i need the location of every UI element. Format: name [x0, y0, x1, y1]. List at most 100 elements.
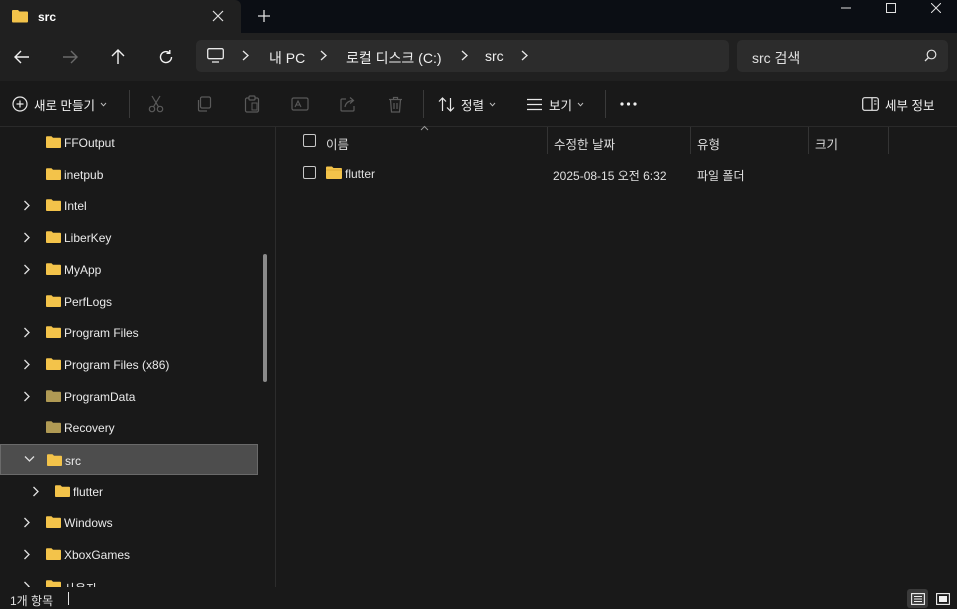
sidebar-item[interactable]: MyApp	[0, 254, 258, 285]
computer-icon	[207, 48, 224, 63]
column-header-type[interactable]: 유형	[697, 134, 720, 153]
breadcrumb-local-disk[interactable]: 로컬 디스크 (C:)	[346, 48, 442, 68]
select-all-checkbox[interactable]	[303, 134, 316, 147]
new-tab-icon[interactable]	[257, 9, 271, 23]
sidebar-item[interactable]: Intel	[0, 190, 258, 221]
sidebar-item[interactable]: Recovery	[0, 412, 258, 443]
chevron-down-icon	[577, 102, 584, 107]
more-icon	[620, 102, 637, 106]
sort-icon	[438, 96, 455, 112]
column-separator[interactable]	[547, 127, 548, 154]
tab-title: src	[38, 10, 57, 24]
chevron-right-icon[interactable]	[242, 50, 249, 61]
folder-icon	[12, 9, 28, 23]
new-button[interactable]: 새로 만들기	[12, 92, 107, 116]
sidebar-item[interactable]: flutter	[0, 476, 258, 507]
folder-icon	[326, 166, 342, 179]
sidebar-item[interactable]: Windows	[0, 507, 258, 538]
more-options-button[interactable]	[620, 92, 637, 116]
chevron-right-icon[interactable]	[23, 549, 31, 560]
tab-src[interactable]: src	[0, 0, 241, 33]
delete-button[interactable]	[388, 92, 403, 116]
row-checkbox[interactable]	[303, 166, 316, 179]
chevron-right-icon[interactable]	[23, 264, 31, 275]
rename-icon	[291, 96, 309, 112]
file-name: flutter	[345, 167, 376, 181]
chevron-right-icon[interactable]	[23, 200, 31, 211]
sidebar-item-label: ProgramData	[64, 389, 136, 404]
cut-button[interactable]	[148, 92, 164, 116]
sort-button[interactable]: 정렬	[438, 92, 496, 116]
details-pane-button[interactable]: 세부 정보	[862, 92, 934, 116]
folder-icon	[46, 421, 61, 434]
large-icons-view-button[interactable]	[932, 589, 953, 608]
chevron-right-icon[interactable]	[23, 391, 31, 402]
column-header-name[interactable]: 이름	[326, 134, 349, 153]
folder-icon	[46, 167, 61, 180]
sidebar-item[interactable]: src	[0, 444, 258, 475]
chevron-right-icon[interactable]	[32, 486, 40, 497]
sidebar-item[interactable]: PerfLogs	[0, 286, 258, 317]
file-modified: 2025-08-15 오전 6:32	[553, 169, 667, 183]
column-headers: 이름 수정한 날짜 유형 크기	[276, 125, 957, 154]
column-separator[interactable]	[690, 127, 691, 154]
chevron-right-icon[interactable]	[23, 232, 31, 243]
navigation-bar: 내 PC 로컬 디스크 (C:) src src 검색	[0, 33, 957, 81]
sidebar-item[interactable]: inetpub	[0, 159, 258, 190]
maximize-button[interactable]	[868, 0, 914, 16]
command-bar: 새로 만들기 정렬 보기 세부 정보	[0, 81, 957, 127]
chevron-right-icon[interactable]	[23, 327, 31, 338]
view-button[interactable]: 보기	[526, 92, 584, 116]
sidebar-item[interactable]: 사용자	[0, 571, 258, 587]
forward-button[interactable]	[58, 45, 82, 69]
sidebar-item[interactable]: Program Files	[0, 317, 258, 348]
chevron-right-icon[interactable]	[23, 359, 31, 370]
search-input[interactable]: src 검색	[752, 48, 800, 68]
sidebar-item-label: Recovery	[64, 421, 115, 436]
chevron-right-icon[interactable]	[320, 50, 327, 61]
up-button[interactable]	[106, 45, 130, 69]
folder-icon	[46, 389, 61, 402]
close-tab-icon[interactable]	[212, 10, 224, 22]
minimize-button[interactable]	[823, 0, 869, 16]
back-button[interactable]	[10, 45, 34, 69]
file-row[interactable]: flutter 2025-08-15 오전 6:32 파일 폴더	[276, 158, 957, 188]
chevron-down-icon[interactable]	[24, 455, 35, 463]
paste-button[interactable]	[244, 92, 260, 116]
sidebar-item[interactable]: ProgramData	[0, 381, 258, 412]
sidebar-item-label: MyApp	[64, 262, 102, 277]
details-view-button[interactable]	[907, 589, 928, 608]
folder-icon	[46, 294, 61, 307]
chevron-right-icon[interactable]	[461, 50, 468, 61]
sidebar-scrollbar[interactable]	[263, 254, 267, 382]
sidebar-item[interactable]: FFOutput	[0, 127, 258, 158]
navigation-pane[interactable]: FFOutput inetpub Intel LiberKey MyApp PerfLog…	[0, 127, 275, 587]
copy-button[interactable]	[196, 92, 212, 116]
sort-ascending-icon	[420, 125, 429, 131]
breadcrumb-src[interactable]: src	[485, 48, 504, 64]
sidebar-item-label: PerfLogs	[64, 294, 113, 309]
refresh-button[interactable]	[154, 45, 178, 69]
close-window-button[interactable]	[913, 0, 957, 16]
details-pane-icon	[862, 97, 879, 111]
column-separator[interactable]	[808, 127, 809, 154]
copy-icon	[196, 96, 212, 112]
sidebar-item-label: LiberKey	[64, 231, 112, 246]
column-header-modified[interactable]: 수정한 날짜	[554, 134, 615, 153]
sidebar-item[interactable]: Program Files (x86)	[0, 349, 258, 380]
share-button[interactable]	[340, 92, 356, 116]
breadcrumb-this-pc[interactable]: 내 PC	[269, 48, 305, 68]
folder-icon	[46, 199, 61, 212]
sidebar-item[interactable]: LiberKey	[0, 222, 258, 253]
chevron-right-icon[interactable]	[23, 517, 31, 528]
chevron-right-icon[interactable]	[521, 50, 528, 61]
search-box[interactable]: src 검색	[737, 40, 948, 72]
rename-button[interactable]	[291, 92, 309, 116]
sidebar-item[interactable]: XboxGames	[0, 539, 258, 570]
scissors-icon	[148, 95, 164, 113]
folder-icon	[47, 454, 62, 466]
column-header-size[interactable]: 크기	[815, 134, 838, 153]
address-bar[interactable]: 내 PC 로컬 디스크 (C:) src	[196, 40, 729, 72]
folder-icon	[46, 580, 61, 587]
column-separator[interactable]	[888, 127, 889, 154]
